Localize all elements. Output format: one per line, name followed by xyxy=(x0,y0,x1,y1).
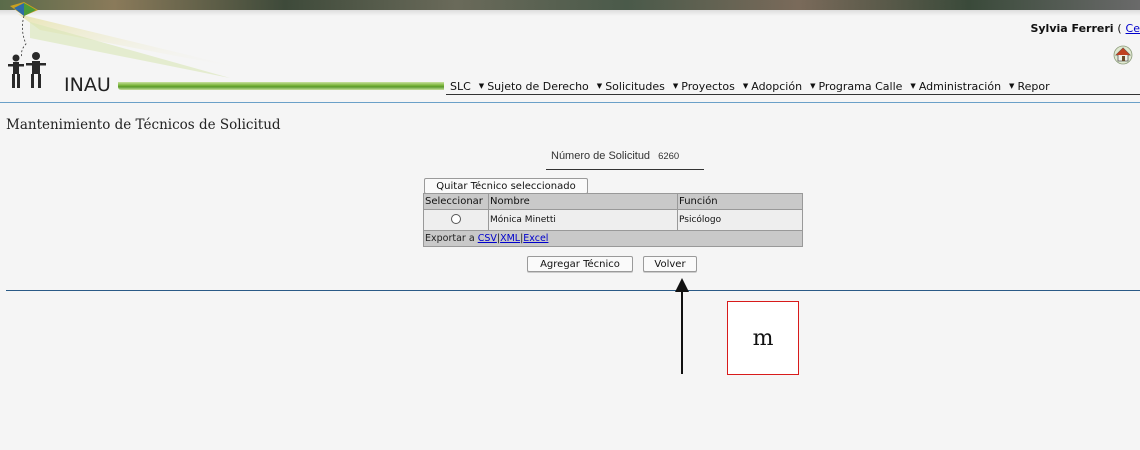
content-divider xyxy=(6,290,1140,291)
menu-underline xyxy=(446,94,1140,95)
menu-item-adopcion[interactable]: ▼ Adopción xyxy=(739,80,806,94)
numero-solicitud: Número de Solicitud 6260 xyxy=(551,150,679,162)
dropdown-arrow-icon: ▼ xyxy=(810,82,816,90)
table-row: Mónica Minetti Psicólogo xyxy=(424,210,802,231)
dropdown-arrow-icon: ▼ xyxy=(742,82,749,90)
funcion-cell: Psicólogo xyxy=(679,215,722,225)
nombre-cell: Mónica Minetti xyxy=(489,210,678,230)
menu-item-label: Programa Calle xyxy=(818,80,903,93)
table-header: Seleccionar Nombre Función xyxy=(424,194,802,210)
logout-link[interactable]: Ce xyxy=(1126,22,1140,35)
dropdown-arrow-icon: ▼ xyxy=(1009,82,1015,90)
menu-item-label: Repor xyxy=(1017,80,1050,93)
menu-item-solicitudes[interactable]: ▼ Solicitudes xyxy=(593,80,669,94)
menu-item-label: Administración xyxy=(918,80,1002,93)
annotation-arrow-shaft xyxy=(681,286,683,374)
header-divider xyxy=(0,102,1140,103)
menu-item-label: SLC xyxy=(450,80,471,93)
dropdown-arrow-icon: ▼ xyxy=(672,82,679,90)
export-label: Exportar a xyxy=(425,233,475,244)
menu-item-label: Solicitudes xyxy=(605,80,665,93)
tecnicos-table: Seleccionar Nombre Función Mónica Minett… xyxy=(423,193,803,247)
menu-item-programa-calle[interactable]: ▼ Programa Calle xyxy=(806,80,906,94)
export-csv-link[interactable]: CSV xyxy=(478,233,497,244)
numero-solicitud-value: 6260 xyxy=(658,151,680,162)
dropdown-arrow-icon: ▼ xyxy=(910,82,916,90)
agregar-tecnico-button[interactable]: Agregar Técnico xyxy=(527,256,633,272)
select-radio[interactable] xyxy=(451,214,461,224)
column-header-nombre[interactable]: Nombre xyxy=(489,194,678,209)
annotation-label-box: m xyxy=(727,301,799,375)
volver-button[interactable]: Volver xyxy=(643,256,697,272)
dropdown-arrow-icon: ▼ xyxy=(596,82,603,90)
page-title: Mantenimiento de Técnicos de Solicitud xyxy=(6,117,281,133)
numero-underline xyxy=(546,169,704,170)
menu-item-label: Sujeto de Derecho xyxy=(487,80,589,93)
menu-item-administracion[interactable]: ▼ Administración xyxy=(906,80,1005,94)
export-bar: Exportar a CSV|XML|Excel xyxy=(424,231,802,246)
menu-item-reportes[interactable]: ▼ Repor xyxy=(1005,80,1054,94)
main-menu: SLC ▼ Sujeto de Derecho ▼ Solicitudes ▼ Pro… xyxy=(446,80,1140,94)
export-xml-link[interactable]: XML xyxy=(500,233,520,244)
annotation-arrow-up-icon xyxy=(675,278,689,292)
export-excel-link[interactable]: Excel xyxy=(523,233,548,244)
logo-text: INAU xyxy=(64,74,111,96)
home-icon[interactable] xyxy=(1113,45,1133,68)
menu-item-proyectos[interactable]: ▼ Proyectos xyxy=(669,80,739,94)
user-name: Sylvia Ferreri xyxy=(1030,22,1114,35)
numero-solicitud-label: Número de Solicitud xyxy=(551,150,651,162)
menu-item-slc[interactable]: SLC xyxy=(446,80,475,94)
menu-item-label: Proyectos xyxy=(681,80,735,93)
logo-accent-bar xyxy=(118,82,444,90)
menu-item-label: Adopción xyxy=(751,80,803,93)
dropdown-arrow-icon: ▼ xyxy=(478,82,485,90)
menu-item-sujeto-de-derecho[interactable]: ▼ Sujeto de Derecho xyxy=(475,80,593,94)
quitar-tecnico-button[interactable]: Quitar Técnico seleccionado xyxy=(424,178,588,194)
column-header-funcion[interactable]: Función xyxy=(678,194,802,209)
select-cell xyxy=(424,210,489,230)
user-info: Sylvia Ferreri ( Ce xyxy=(1030,22,1140,35)
column-header-seleccionar[interactable]: Seleccionar xyxy=(424,194,489,209)
user-paren: ( xyxy=(1117,22,1122,35)
